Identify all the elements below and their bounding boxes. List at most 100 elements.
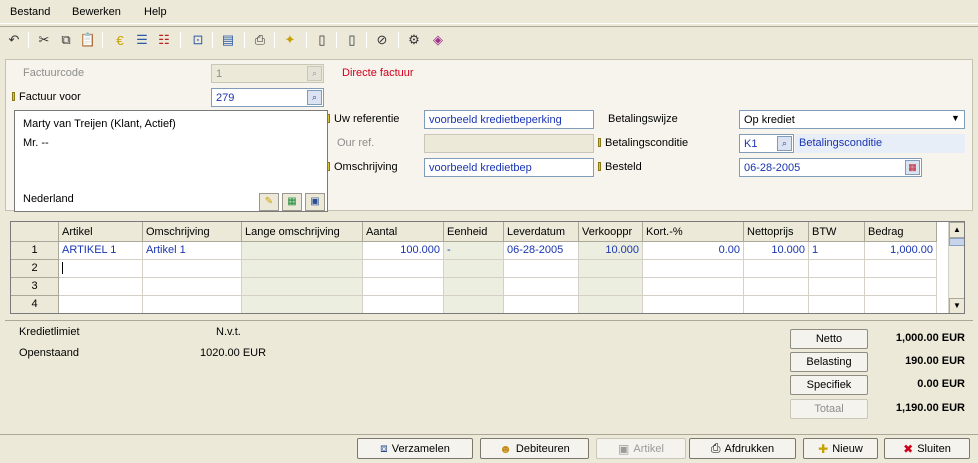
- column-header-omschrijving[interactable]: Omschrijving: [143, 222, 242, 242]
- chevron-down-icon[interactable]: ▼: [948, 112, 963, 127]
- cell-artikel[interactable]: ARTIKEL 1: [59, 242, 143, 260]
- edit-address-icon[interactable]: ✎: [259, 193, 279, 211]
- cell-nettoprijs[interactable]: 10.000: [744, 242, 809, 260]
- address-card-icon[interactable]: ▣: [305, 193, 325, 211]
- insert-row-icon[interactable]: ☰: [132, 30, 152, 50]
- scroll-thumb[interactable]: [949, 238, 964, 246]
- cell-korting[interactable]: [643, 296, 744, 313]
- column-header-nettoprijs[interactable]: Nettoprijs: [744, 222, 809, 242]
- preview-icon[interactable]: ⊡: [188, 30, 208, 50]
- afdrukken-button[interactable]: ⎙ Afdrukken: [689, 438, 796, 459]
- grid-vertical-scrollbar[interactable]: ▲ ▼: [948, 222, 964, 313]
- cell-bedrag[interactable]: 1,000.00: [865, 242, 937, 260]
- row-number[interactable]: 4: [11, 296, 59, 313]
- cell-lange-omschrijving[interactable]: [242, 296, 363, 313]
- cell-artikel[interactable]: [59, 260, 143, 278]
- cell-verkooppr[interactable]: [579, 278, 643, 296]
- netto-button[interactable]: Netto: [790, 329, 868, 349]
- besteld-date-field[interactable]: 06-28-2005 ▦: [739, 158, 922, 177]
- cell-eenheid[interactable]: [444, 260, 504, 278]
- column-header-eenheid[interactable]: Eenheid: [444, 222, 504, 242]
- cell-omschrijving[interactable]: Artikel 1: [143, 242, 242, 260]
- cell-lange-omschrijving[interactable]: [242, 278, 363, 296]
- cell-eenheid[interactable]: -: [444, 242, 504, 260]
- cell-bedrag[interactable]: [865, 296, 937, 313]
- euro-icon[interactable]: €: [110, 30, 130, 50]
- cell-omschrijving[interactable]: [143, 278, 242, 296]
- column-header-btw[interactable]: BTW: [809, 222, 865, 242]
- menu-bewerken[interactable]: Bewerken: [72, 6, 121, 18]
- row-number[interactable]: 1: [11, 242, 59, 260]
- cell-omschrijving[interactable]: [143, 260, 242, 278]
- cell-aantal[interactable]: [363, 296, 444, 313]
- cell-verkooppr[interactable]: [579, 260, 643, 278]
- column-header-leverdatum[interactable]: Leverdatum: [504, 222, 579, 242]
- row-number[interactable]: 2: [11, 260, 59, 278]
- settings-icon[interactable]: ⚙: [404, 30, 424, 50]
- cell-nettoprijs[interactable]: [744, 296, 809, 313]
- copy-icon[interactable]: ⧉: [56, 30, 76, 50]
- undo-icon[interactable]: ↶: [4, 30, 24, 50]
- cell-nettoprijs[interactable]: [744, 278, 809, 296]
- delete-row-icon[interactable]: ☷: [154, 30, 174, 50]
- cell-eenheid[interactable]: [444, 296, 504, 313]
- artikel-button[interactable]: ▣ Artikel: [596, 438, 686, 459]
- cell-leverdatum[interactable]: [504, 260, 579, 278]
- cell-btw[interactable]: [809, 296, 865, 313]
- row-number[interactable]: 3: [11, 278, 59, 296]
- book-icon[interactable]: ◈: [428, 30, 448, 50]
- calendar-icon[interactable]: ▦: [905, 160, 920, 175]
- cell-artikel[interactable]: [59, 278, 143, 296]
- cell-omschrijving[interactable]: [143, 296, 242, 313]
- cell-btw[interactable]: 1: [809, 242, 865, 260]
- cell-lange-omschrijving[interactable]: [242, 242, 363, 260]
- specifiek-button[interactable]: Specifiek: [790, 375, 868, 395]
- cell-bedrag[interactable]: [865, 278, 937, 296]
- column-header-korting[interactable]: Kort.-%: [643, 222, 744, 242]
- address-grid-icon[interactable]: ▦: [282, 193, 302, 211]
- cell-leverdatum[interactable]: 06-28-2005: [504, 242, 579, 260]
- cell-aantal[interactable]: [363, 260, 444, 278]
- uw-referentie-field[interactable]: voorbeeld kredietbeperking: [424, 110, 594, 129]
- notes-icon[interactable]: ▯: [342, 30, 362, 50]
- column-header-aantal[interactable]: Aantal: [363, 222, 444, 242]
- factuur-voor-field[interactable]: 279 ⌕: [211, 88, 324, 107]
- debiteuren-button[interactable]: ☻ Debiteuren: [480, 438, 589, 459]
- totaal-button[interactable]: Totaal: [790, 399, 868, 419]
- cell-aantal[interactable]: 100.000: [363, 242, 444, 260]
- cell-bedrag[interactable]: [865, 260, 937, 278]
- cell-lange-omschrijving[interactable]: [242, 260, 363, 278]
- column-header-lange-omschrijving[interactable]: Lange omschrijving: [242, 222, 363, 242]
- betalingsconditie-code-field[interactable]: K1 ⌕: [739, 134, 794, 153]
- column-header-verkooppr[interactable]: Verkooppr: [579, 222, 643, 242]
- menu-bestand[interactable]: Bestand: [10, 6, 50, 18]
- cut-icon[interactable]: ✂: [34, 30, 54, 50]
- cell-aantal[interactable]: [363, 278, 444, 296]
- lookup-icon[interactable]: ⌕: [307, 90, 322, 105]
- column-header-artikel[interactable]: Artikel: [59, 222, 143, 242]
- betalingswijze-select[interactable]: Op krediet ▼: [739, 110, 965, 129]
- sluiten-button[interactable]: ✖ Sluiten: [884, 438, 970, 459]
- cell-verkooppr[interactable]: 10.000: [579, 242, 643, 260]
- column-header-bedrag[interactable]: Bedrag: [865, 222, 937, 242]
- print-icon[interactable]: ⎙: [250, 30, 270, 50]
- document-icon[interactable]: ▯: [312, 30, 332, 50]
- address-box[interactable]: Marty van Treijen (Klant, Actief) Mr. --…: [14, 110, 328, 212]
- cell-artikel[interactable]: [59, 296, 143, 313]
- cell-btw[interactable]: [809, 278, 865, 296]
- cell-leverdatum[interactable]: [504, 278, 579, 296]
- menu-help[interactable]: Help: [144, 6, 167, 18]
- verzamelen-button[interactable]: ⧈ Verzamelen: [357, 438, 473, 459]
- scroll-down-icon[interactable]: ▼: [949, 298, 964, 313]
- cell-korting[interactable]: 0.00: [643, 242, 744, 260]
- cell-btw[interactable]: [809, 260, 865, 278]
- scroll-up-icon[interactable]: ▲: [949, 222, 964, 238]
- paste-icon[interactable]: 📋: [78, 30, 98, 50]
- cell-leverdatum[interactable]: [504, 296, 579, 313]
- cell-nettoprijs[interactable]: [744, 260, 809, 278]
- list-icon[interactable]: ▤: [218, 30, 238, 50]
- lookup-icon[interactable]: ⌕: [777, 136, 792, 151]
- belasting-button[interactable]: Belasting: [790, 352, 868, 372]
- cell-korting[interactable]: [643, 260, 744, 278]
- nieuw-button[interactable]: ✚ Nieuw: [803, 438, 878, 459]
